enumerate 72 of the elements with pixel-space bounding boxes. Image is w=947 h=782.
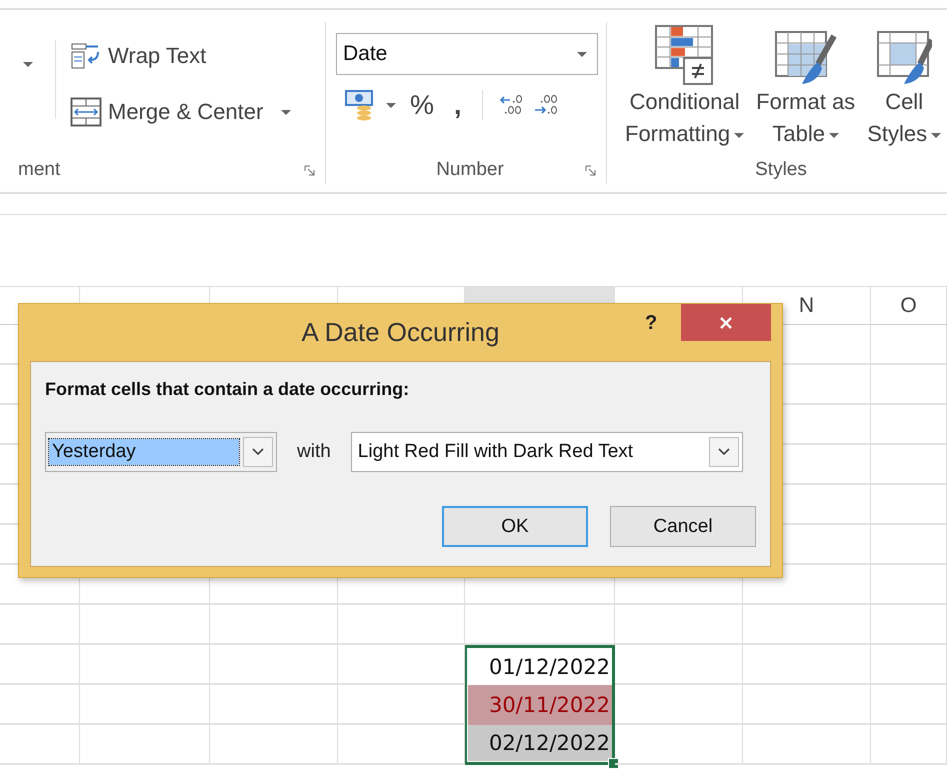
group-label: Styles xyxy=(755,159,807,181)
style-gallery-button[interactable]: Cell Styles xyxy=(867,24,942,154)
grid-cell[interactable] xyxy=(615,725,743,765)
merge-center-icon xyxy=(70,97,102,127)
dialog-title: A Date Occurring xyxy=(302,316,500,348)
grid-cell[interactable] xyxy=(80,725,210,765)
grid-cell[interactable] xyxy=(871,325,947,365)
date-cell[interactable]: 02/12/2022 xyxy=(468,725,612,761)
grid-cell[interactable] xyxy=(615,685,743,725)
caret-icon[interactable] xyxy=(22,62,32,67)
grid-cell[interactable] xyxy=(0,685,80,725)
grid-cell[interactable] xyxy=(80,645,210,685)
grid-cell[interactable] xyxy=(871,725,947,765)
close-icon xyxy=(719,316,733,330)
group-label: Number xyxy=(436,159,504,181)
fill-handle[interactable] xyxy=(608,758,619,769)
caret-icon xyxy=(577,52,587,56)
grid-cell[interactable] xyxy=(871,645,947,685)
grid-cell[interactable] xyxy=(338,725,465,765)
grid-cell[interactable] xyxy=(871,605,947,645)
grid-cell[interactable] xyxy=(871,485,947,525)
grid-cell[interactable] xyxy=(210,685,338,725)
grid-cell[interactable] xyxy=(210,725,338,765)
dialog-launcher-icon[interactable] xyxy=(585,164,596,176)
number-format-dropdown[interactable]: Date xyxy=(336,33,598,75)
format-style-dropdown[interactable]: Light Red Fill with Dark Red Text xyxy=(350,432,743,472)
wrap-text-icon xyxy=(70,42,102,70)
grid-cell[interactable] xyxy=(871,565,947,605)
grid-cell[interactable] xyxy=(743,645,871,685)
grid-cell[interactable] xyxy=(465,605,615,645)
grid-cell[interactable] xyxy=(80,685,210,725)
caret-icon[interactable] xyxy=(386,102,396,108)
grid-cell[interactable] xyxy=(338,685,465,725)
percent-style-button[interactable]: % xyxy=(410,90,434,120)
style-gallery-button[interactable]: Conditional Formatting xyxy=(625,24,744,154)
caret-icon[interactable] xyxy=(281,110,292,114)
date-period-dropdown[interactable]: Yesterday xyxy=(45,432,277,472)
grid-cell[interactable] xyxy=(615,605,743,645)
grid-cell[interactable] xyxy=(210,645,338,685)
grid-cell[interactable] xyxy=(871,405,947,445)
dialog-button[interactable]: Cancel xyxy=(610,506,756,547)
grid-cell[interactable] xyxy=(743,605,871,645)
grid-cell[interactable] xyxy=(871,525,947,565)
close-button[interactable] xyxy=(681,304,771,341)
grid-cell[interactable] xyxy=(743,725,871,765)
grid-cell[interactable] xyxy=(338,645,465,685)
grid-cell[interactable] xyxy=(210,605,338,645)
grid-cell[interactable] xyxy=(871,445,947,485)
grid-cell[interactable] xyxy=(0,725,80,765)
grid-cell[interactable] xyxy=(743,685,871,725)
grid-cell[interactable] xyxy=(0,605,80,645)
date-cell[interactable]: 30/11/2022 xyxy=(468,685,612,725)
dialog-launcher-icon[interactable] xyxy=(304,164,315,176)
prompt-label: Format cells that contain a date occurring: xyxy=(45,379,410,400)
group-label: ment xyxy=(18,159,60,181)
merge-center-button[interactable]: Merge & Center xyxy=(70,94,292,130)
grid-cell[interactable] xyxy=(615,645,743,685)
style-gallery-button[interactable]: Format as Table xyxy=(756,24,856,154)
conditional-formatting-icon xyxy=(654,24,716,86)
with-label: with xyxy=(297,441,331,463)
chevron-down-icon xyxy=(252,448,264,456)
dialog-button[interactable]: OK xyxy=(442,506,588,547)
grid-cell[interactable] xyxy=(80,605,210,645)
grid-cell[interactable] xyxy=(871,365,947,405)
help-button[interactable]: ? xyxy=(645,312,658,335)
comma-style-button[interactable]: , xyxy=(454,90,462,120)
grid-cell[interactable] xyxy=(871,685,947,725)
grid-cell[interactable] xyxy=(0,645,80,685)
grid-cell[interactable] xyxy=(338,605,465,645)
chevron-down-icon xyxy=(718,448,730,456)
wrap-text-button[interactable]: Wrap Text xyxy=(70,38,292,74)
column-header[interactable]: O xyxy=(871,287,947,324)
